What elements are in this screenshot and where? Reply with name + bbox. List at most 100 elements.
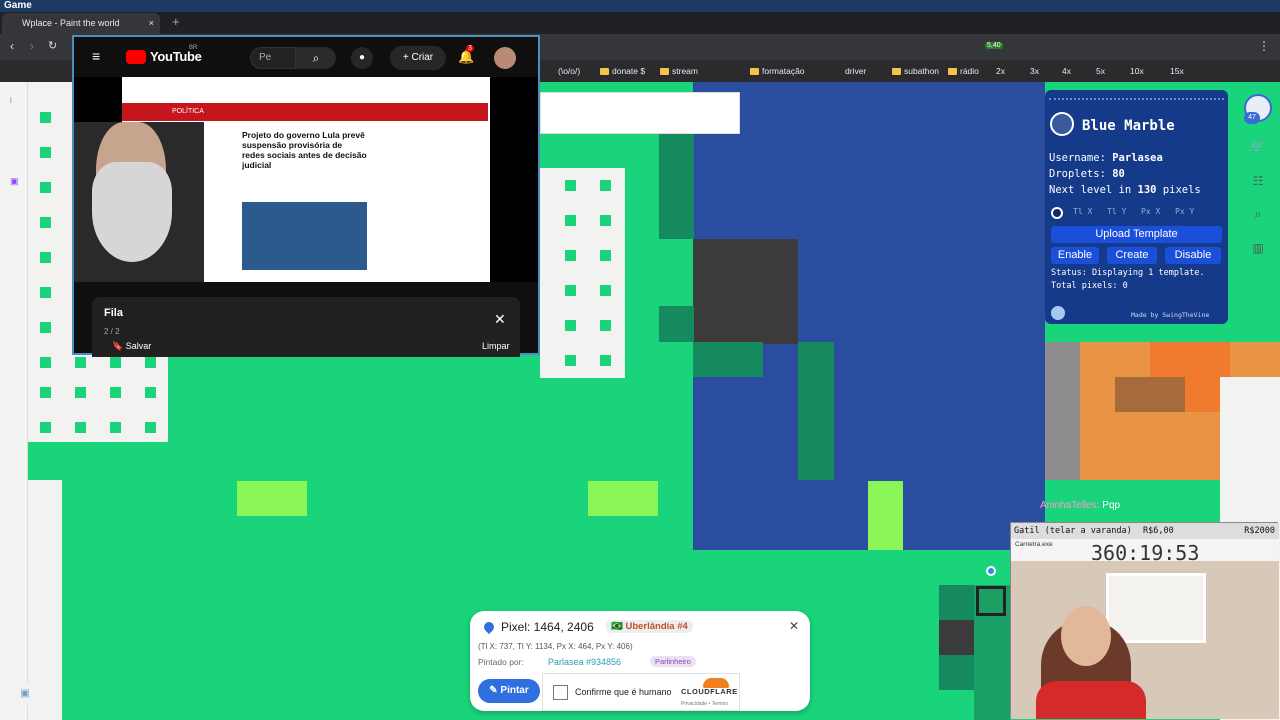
youtube-logo-icon[interactable]: [126, 50, 146, 64]
create-button[interactable]: Create: [1107, 247, 1157, 264]
reload-icon[interactable]: ↻: [48, 39, 57, 52]
location-pin-icon: [481, 619, 497, 635]
chat-message: AninhaTelles: Pqp: [1040, 500, 1121, 511]
canvas-pixel: [939, 585, 974, 620]
bookmark-folder[interactable]: rádio: [948, 64, 979, 78]
leaderboard-icon[interactable]: ☷: [1250, 173, 1266, 189]
stats-icon[interactable]: ▥: [1250, 240, 1266, 256]
tool-icon[interactable]: i: [10, 96, 12, 105]
bookmark[interactable]: driver: [845, 64, 866, 78]
captcha-links[interactable]: Privacidade • Termos: [681, 701, 728, 707]
canvas-pixel: [798, 342, 834, 480]
tab-close-icon[interactable]: ×: [149, 13, 154, 34]
avatar[interactable]: [494, 47, 516, 69]
window-title: Game: [0, 0, 1280, 12]
bookmark-folder[interactable]: formatação: [750, 64, 805, 78]
panel-title: Blue Marble: [1082, 118, 1175, 134]
canvas-pixel: [659, 134, 694, 239]
settings-icon[interactable]: [1051, 306, 1065, 320]
globe-icon: [1050, 112, 1074, 136]
pixel-coordinates: (Tl X: 737, Tl Y: 1134, Px X: 464, Px Y:…: [478, 642, 633, 651]
canvas-dot-pattern: [540, 168, 625, 378]
bookmark-folder[interactable]: donate $: [600, 64, 645, 78]
bookmark[interactable]: 15x: [1170, 64, 1184, 78]
pixel-title: Pixel: 1464, 2406: [501, 620, 594, 634]
coord-field-tly[interactable]: Tl Y: [1107, 207, 1126, 216]
news-image: [242, 202, 367, 270]
hamburger-menu-icon[interactable]: ≡: [92, 48, 100, 64]
coord-field-tlx[interactable]: Tl X: [1073, 207, 1092, 216]
bookmark-folder[interactable]: subathon: [892, 64, 939, 78]
credits-text: Made by SwingTheVine: [1131, 311, 1210, 319]
donation-goal-bar: Gatil (telar a varanda) R$6,00 R$2000: [1011, 523, 1279, 539]
upload-template-button[interactable]: Upload Template: [1051, 226, 1222, 243]
queue-panel: Fila 2 / 2 ✕ 🔖 Salvar Limpar: [92, 297, 520, 357]
streamer-video: [74, 122, 204, 282]
search-icon[interactable]: ⌕: [1250, 206, 1266, 222]
queue-count: 2 / 2: [104, 327, 120, 336]
menu-icon[interactable]: ⋮: [1258, 39, 1270, 53]
close-icon[interactable]: ✕: [786, 619, 802, 635]
clear-button[interactable]: Limpar: [482, 341, 510, 351]
notification-count: 3: [466, 45, 474, 52]
bookmark[interactable]: 4x: [1062, 64, 1071, 78]
droplets-row: Droplets: 80: [1049, 168, 1125, 180]
notifications-icon[interactable]: 🔔 3: [458, 45, 474, 65]
forward-icon[interactable]: ›: [30, 39, 34, 53]
bookmark[interactable]: 2x: [996, 64, 1005, 78]
right-tool-strip: 47 🛒 ☷ ⌕ ▥: [1244, 90, 1274, 270]
cart-icon[interactable]: 🛒: [1250, 138, 1266, 154]
next-level-row: Next level in 130 pixels: [1049, 184, 1201, 196]
chat-user: AninhaTelles: [1040, 500, 1097, 511]
twitch-icon[interactable]: ▣: [10, 176, 19, 187]
level-badge: 47: [1244, 112, 1260, 124]
coord-field-pxy[interactable]: Px Y: [1175, 207, 1194, 216]
captcha-label: Confirme que é humano: [575, 687, 672, 697]
bookmark[interactable]: 3x: [1030, 64, 1039, 78]
canvas-pixel: [1115, 377, 1185, 412]
webcam-video: [1011, 561, 1279, 719]
canvas-pixel: [693, 239, 798, 344]
enable-button[interactable]: Enable: [1051, 247, 1099, 264]
webcam-overlay: Gatil (telar a varanda) R$6,00 R$2000 Ca…: [1010, 522, 1279, 719]
paint-button[interactable]: ✎ Pintar: [478, 679, 540, 703]
captcha-widget: Confirme que é humano CLOUDFLARE Privaci…: [542, 673, 740, 711]
pin-coords-icon[interactable]: [1051, 207, 1063, 219]
bookmark[interactable]: 10x: [1130, 64, 1144, 78]
bookmark-folder[interactable]: stream: [660, 64, 698, 78]
microphone-icon[interactable]: ●: [351, 47, 373, 69]
extension-badge[interactable]: 5,40: [985, 42, 1003, 49]
video-player[interactable]: POLÍTICA Projeto do governo Lula prevê s…: [74, 77, 538, 282]
painter-name[interactable]: Parlasea #934856: [548, 657, 621, 667]
tab-strip: [0, 12, 1280, 34]
goal-text: Gatil (telar a varanda): [1014, 526, 1132, 536]
youtube-logo-text[interactable]: YouTube: [150, 49, 202, 64]
canvas-pixel: [659, 306, 694, 342]
create-button[interactable]: + Criar: [390, 46, 446, 70]
save-button[interactable]: 🔖 Salvar: [112, 341, 151, 352]
canvas-pixel: [237, 481, 307, 516]
coord-field-pxx[interactable]: Px X: [1141, 207, 1160, 216]
close-icon[interactable]: ✕: [494, 311, 506, 328]
captcha-checkbox[interactable]: [553, 685, 568, 700]
blue-marble-panel: Blue Marble Username: Parlasea Droplets:…: [1045, 90, 1228, 324]
username-row: Username: Parlasea: [1049, 152, 1163, 164]
youtube-popup: ≡ YouTube BR Pe ⌕ ● + Criar 🔔 3 POLÍTICA …: [72, 35, 540, 357]
goal-target: R$2000: [1244, 526, 1275, 536]
drag-handle[interactable]: [1049, 98, 1224, 104]
disable-button[interactable]: Disable: [1165, 247, 1221, 264]
goal-current: R$6,00: [1143, 526, 1174, 536]
region-label: BR: [189, 45, 198, 51]
bookmark-0[interactable]: (\o/o/): [558, 64, 580, 78]
new-tab-button[interactable]: +: [172, 14, 180, 29]
corner-tool-button[interactable]: ▣: [10, 683, 40, 705]
search-input[interactable]: Pe: [250, 47, 296, 69]
tab-title: Wplace - Paint the world: [22, 18, 120, 28]
browser-tab[interactable]: Wplace - Paint the world ×: [2, 13, 160, 34]
search-icon[interactable]: ⌕: [296, 47, 336, 69]
bookmark[interactable]: 5x: [1096, 64, 1105, 78]
painted-by-label: Pintado por:: [478, 657, 524, 667]
left-tool-strip: i ▣: [0, 82, 28, 720]
selected-pixel-outline[interactable]: [976, 586, 1006, 616]
back-icon[interactable]: ‹: [10, 39, 14, 53]
